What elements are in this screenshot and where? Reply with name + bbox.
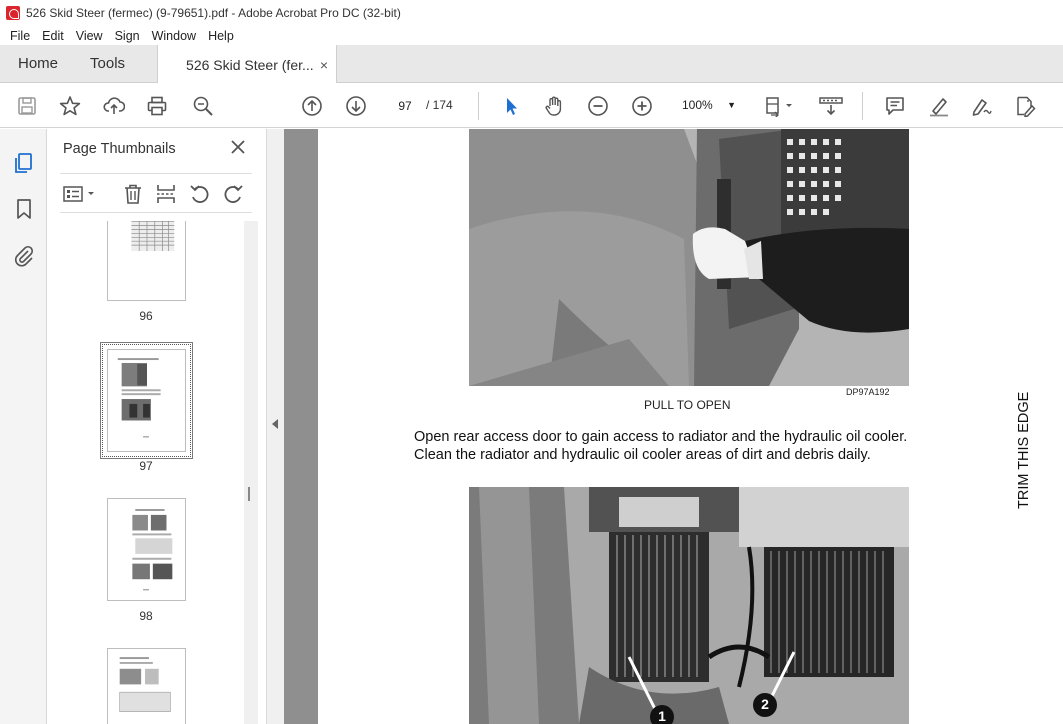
insert-page-icon[interactable] <box>154 182 178 206</box>
zoom-value: 100% <box>682 98 713 112</box>
hand-icon[interactable] <box>541 93 567 119</box>
delete-page-icon[interactable] <box>121 182 145 206</box>
thumbnail-label: 98 <box>139 609 153 623</box>
zoom-select[interactable]: 100% ▼ <box>674 92 744 118</box>
close-tab-button[interactable]: × <box>320 57 328 73</box>
toolbar: 97 / 174 100% ▼ <box>0 83 1063 128</box>
highlight-pen-icon[interactable] <box>926 93 952 119</box>
photo-pull-to-open <box>469 129 909 386</box>
body-text-line-2: Clean the radiator and hydraulic oil coo… <box>414 447 871 463</box>
figure-id: DP97A192 <box>846 387 890 397</box>
pdf-page: DP97A192 PULL TO OPEN Open rear access d… <box>318 129 1047 724</box>
print-icon[interactable] <box>144 93 170 119</box>
menu-sign[interactable]: Sign <box>109 29 146 43</box>
scroll-mode-icon[interactable] <box>817 93 845 119</box>
toolbar-divider <box>862 92 863 120</box>
thumbnail-label: 97 <box>139 459 153 473</box>
thumbnail-options-icon[interactable] <box>62 182 98 206</box>
attachments-icon[interactable] <box>12 243 36 267</box>
callout-1: 1 <box>658 708 666 724</box>
rotate-right-icon[interactable] <box>221 182 245 206</box>
menu-bar: File Edit View Sign Window Help <box>0 26 1063 45</box>
panel-collapse-handle[interactable] <box>266 129 284 724</box>
tab-document[interactable]: 526 Skid Steer (fer... × <box>157 45 338 84</box>
tab-bar: Home Tools 526 Skid Steer (fer... × <box>0 45 1063 84</box>
page-thumbnails-icon[interactable] <box>12 151 36 175</box>
body-text-line-1: Open rear access door to gain access to … <box>414 429 908 445</box>
search-zoom-icon[interactable] <box>190 93 216 119</box>
toolbar-divider <box>478 92 479 120</box>
title-bar: 526 Skid Steer (fermec) (9-79651).pdf - … <box>0 0 1063 26</box>
chevron-down-icon: ▼ <box>727 100 736 110</box>
page-fit-icon[interactable] <box>762 93 796 119</box>
document-tab-label: 526 Skid Steer (fer... <box>186 56 314 73</box>
arrow-up-circle-icon[interactable] <box>299 93 325 119</box>
thumbnail-scrollbar[interactable] <box>244 221 258 724</box>
upload-icon[interactable] <box>101 93 127 119</box>
menu-help[interactable]: Help <box>202 29 240 43</box>
photo-radiator-cooler: 1 2 <box>469 487 909 724</box>
document-viewport[interactable]: DP97A192 PULL TO OPEN Open rear access d… <box>284 129 1063 724</box>
cursor-icon[interactable] <box>498 93 524 119</box>
thumbnail-list: 96 97 98 <box>60 221 256 724</box>
tab-tools[interactable]: Tools <box>72 45 139 82</box>
figure-caption: PULL TO OPEN <box>644 398 731 412</box>
menu-file[interactable]: File <box>4 29 36 43</box>
menu-view[interactable]: View <box>70 29 109 43</box>
tab-home[interactable]: Home <box>0 45 72 82</box>
edit-pdf-icon[interactable] <box>1012 93 1038 119</box>
arrow-down-circle-icon[interactable] <box>343 93 369 119</box>
bookmarks-icon[interactable] <box>12 197 36 221</box>
menu-edit[interactable]: Edit <box>36 29 70 43</box>
save-icon[interactable] <box>14 93 40 119</box>
trim-edge-text: TRIM THIS EDGE <box>1016 391 1032 509</box>
thumbnail-page-98[interactable] <box>107 498 186 601</box>
thumbnail-page-97[interactable] <box>107 349 186 452</box>
thumbnail-page-99[interactable] <box>107 648 186 724</box>
sign-icon[interactable] <box>968 93 994 119</box>
rotate-left-icon[interactable] <box>188 182 212 206</box>
thumbnail-page-96[interactable] <box>107 221 186 301</box>
collapse-arrow-icon <box>272 419 278 429</box>
comment-icon[interactable] <box>882 93 908 119</box>
page-number-input[interactable]: 97 <box>387 92 423 118</box>
plus-circle-icon[interactable] <box>629 93 655 119</box>
callout-2: 2 <box>761 696 769 712</box>
star-icon[interactable] <box>57 93 83 119</box>
minus-circle-icon[interactable] <box>585 93 611 119</box>
acrobat-icon <box>6 6 20 20</box>
document-scrollbar[interactable] <box>1045 129 1063 724</box>
thumbnail-label: 96 <box>139 309 153 323</box>
thumbnail-tools <box>60 173 252 213</box>
page-thumbnails-panel: Page Thumbnails 96 97 98 <box>48 129 266 724</box>
left-navigation-rail <box>0 129 47 724</box>
window-title: 526 Skid Steer (fermec) (9-79651).pdf - … <box>26 6 401 20</box>
close-icon[interactable] <box>228 137 248 157</box>
menu-window[interactable]: Window <box>146 29 202 43</box>
panel-title: Page Thumbnails <box>63 141 176 157</box>
scrollbar-thumb[interactable] <box>248 487 250 501</box>
page-count: / 174 <box>426 98 453 112</box>
